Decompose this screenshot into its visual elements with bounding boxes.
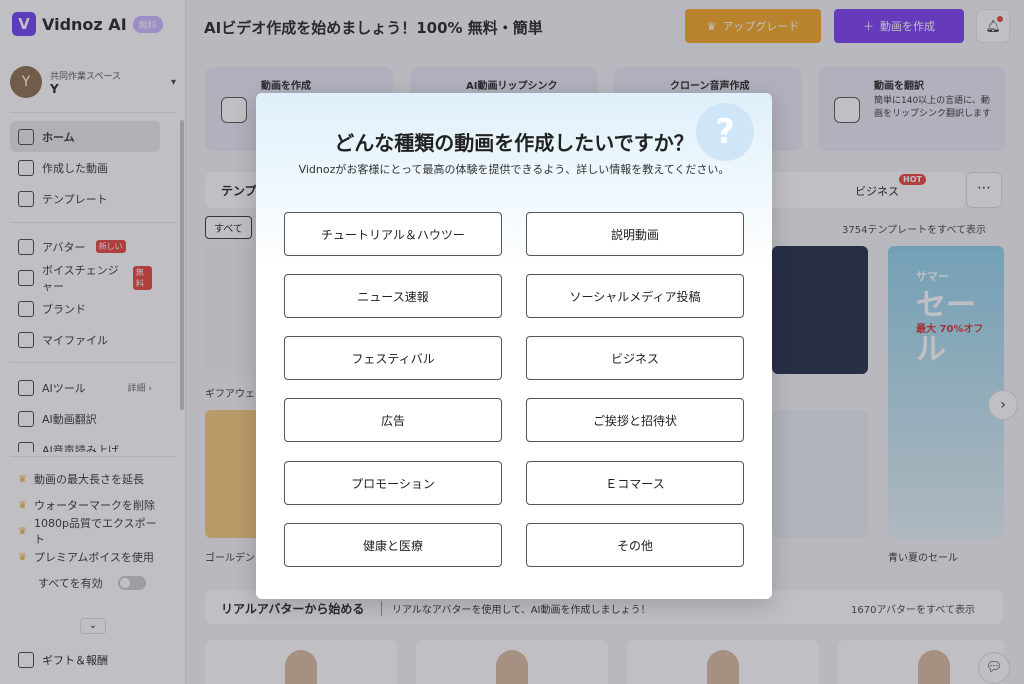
modal-subtitle: Vidnozがお客様にとって最高の体験を提供できるよう、詳しい情報を教えてくださ… xyxy=(298,163,730,176)
modal-title: どんな種類の動画を作成したいですか？ xyxy=(334,131,694,155)
option-festival[interactable]: フェスティバル xyxy=(284,336,502,380)
option-business[interactable]: ビジネス xyxy=(526,336,744,380)
option-social-media[interactable]: ソーシャルメディア投稿 xyxy=(526,274,744,318)
video-type-survey-modal: ? どんな種類の動画を作成したいですか？ Vidnozがお客様にとって最高の体験… xyxy=(256,93,772,599)
option-promotion[interactable]: プロモーション xyxy=(284,461,502,505)
option-advertising[interactable]: 広告 xyxy=(284,398,502,442)
option-explainer[interactable]: 説明動画 xyxy=(526,212,744,256)
option-ecommerce[interactable]: Ｅコマース xyxy=(526,461,744,505)
option-news[interactable]: ニュース速報 xyxy=(284,274,502,318)
option-greetings[interactable]: ご挨拶と招待状 xyxy=(526,398,744,442)
option-other[interactable]: その他 xyxy=(526,523,744,567)
option-tutorial[interactable]: チュートリアル＆ハウツー xyxy=(284,212,502,256)
option-health[interactable]: 健康と医療 xyxy=(284,523,502,567)
